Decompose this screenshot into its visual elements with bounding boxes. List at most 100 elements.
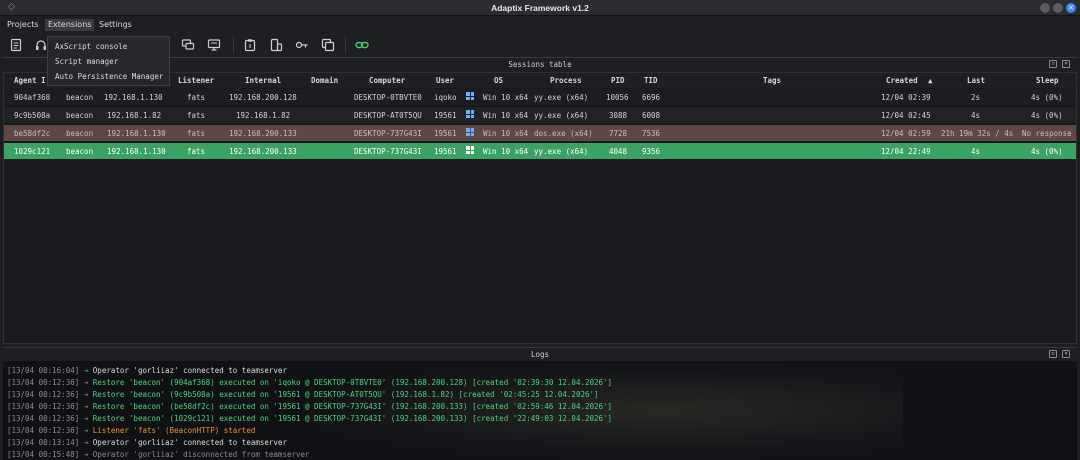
table-row[interactable]: 9c9b508a beacon 192.168.1.82 fats 192.16… (4, 107, 1076, 123)
copy-button[interactable] (319, 36, 337, 54)
col-created[interactable]: Created (886, 76, 918, 85)
log-line: [13/04 00:12:36] → Restore 'beacon' (be5… (7, 402, 613, 411)
cell-os: Win 10 x64 (483, 147, 529, 156)
log-line: [13/04 00:12:36] → Restore 'beacon' (102… (7, 414, 613, 423)
col-tags[interactable]: Tags (763, 76, 781, 85)
cell-process: yy.exe (x64) (534, 147, 589, 156)
cell-external: 192.168.1.130 (107, 147, 166, 156)
col-sleep[interactable]: Sleep (1036, 76, 1059, 85)
title-bar: ◇ Adaptix Framework v1.2 × (0, 0, 1080, 16)
cell-computer: DESKTOP-737G43I (354, 129, 422, 138)
close-button[interactable]: × (1066, 3, 1076, 13)
maximize-button[interactable] (1053, 3, 1063, 13)
cell-os: Win 10 x64 (483, 111, 529, 120)
key-button[interactable] (293, 36, 311, 54)
cell-pid: 10056 (606, 93, 629, 102)
col-internal[interactable]: Internal (245, 76, 281, 85)
col-user[interactable]: User (436, 76, 454, 85)
menu-item-script-manager[interactable]: Script manager (48, 54, 169, 69)
clipboard-button[interactable] (241, 36, 259, 54)
menu-item-axscript-console[interactable]: AxScript console (48, 39, 169, 54)
cell-external: 192.168.1.82 (107, 111, 162, 120)
cell-type: beacon (66, 111, 94, 120)
cell-computer: DESKTOP-0TBVTE0 (354, 93, 422, 102)
cell-listener: fats (187, 93, 206, 102)
cell-agent-id: 904af368 (14, 93, 51, 102)
cell-listener: fats (187, 111, 206, 120)
monitor-button[interactable] (205, 36, 223, 54)
cell-tid: 6008 (642, 111, 661, 120)
cell-created: 12/04 02:39 (881, 93, 931, 102)
cell-os: Win 10 x64 (483, 129, 529, 138)
key-icon (295, 41, 308, 49)
cell-pid: 4048 (609, 147, 628, 156)
log-line: [13/04 00:16:04] → Operator 'gorliiaz' c… (7, 366, 287, 375)
cell-type: beacon (66, 93, 94, 102)
windows-icon (466, 110, 474, 118)
device-icon (270, 38, 283, 52)
col-last[interactable]: Last (967, 76, 985, 85)
float-icon[interactable]: ▫ (1049, 350, 1057, 358)
cell-process: dos.exe (x64) (534, 129, 593, 138)
toolbar-separator (345, 37, 346, 53)
cell-internal: 192.168.200.133 (229, 147, 297, 156)
table-row[interactable]: 904af368 beacon 192.168.1.130 fats 192.1… (4, 89, 1076, 105)
table-row-selected[interactable]: 1029c121 beacon 192.168.1.130 fats 192.1… (4, 143, 1076, 159)
cell-created: 12/04 02:45 (881, 111, 931, 120)
cell-listener: fats (187, 129, 206, 138)
cell-type: beacon (66, 147, 94, 156)
cell-user: 19561 (434, 129, 457, 138)
cell-listener: fats (187, 147, 206, 156)
cell-internal: 192.168.200.133 (229, 129, 297, 138)
menu-projects[interactable]: Projects (4, 19, 42, 31)
menu-item-auto-persistence-manager[interactable]: Auto Persistence Manager (48, 69, 169, 84)
device-button[interactable] (267, 36, 285, 54)
logs-title: Logs (530, 350, 550, 359)
chat-button[interactable] (179, 36, 197, 54)
cell-os: Win 10 x64 (483, 93, 529, 102)
sessions-table: Agent I Listener Internal Domain Compute… (3, 72, 1077, 344)
close-panel-icon[interactable]: × (1062, 350, 1070, 358)
toolbar-separator (233, 37, 234, 53)
close-panel-icon[interactable]: × (1062, 60, 1070, 68)
cell-tid: 7536 (642, 129, 661, 138)
cell-pid: 7728 (609, 129, 628, 138)
col-process[interactable]: Process (550, 76, 582, 85)
col-listener[interactable]: Listener (178, 76, 214, 85)
col-domain[interactable]: Domain (311, 76, 338, 85)
document-button[interactable] (7, 36, 25, 54)
log-line: [13/04 00:12:36] → Restore 'beacon' (9c9… (7, 390, 599, 399)
log-line: [13/04 00:15:48] → Operator 'gorliiaz' d… (7, 450, 310, 459)
cell-created: 12/04 22:49 (881, 147, 931, 156)
cell-tid: 6696 (642, 93, 661, 102)
cell-sleep: No response (1022, 129, 1072, 138)
logs-console[interactable]: [13/04 00:16:04] → Operator 'gorliiaz' c… (3, 361, 1077, 460)
close-icon: × (1067, 3, 1075, 12)
cell-agent-id: 1029c121 (14, 147, 51, 156)
log-line: [13/04 00:12:36] → Restore 'beacon' (904… (7, 378, 613, 387)
cell-last: 4s (971, 111, 981, 120)
cell-user: 19561 (434, 147, 457, 156)
cell-last: 21h 19m 32s / 4s (941, 129, 1014, 138)
cell-sleep: 4s (0%) (1031, 93, 1063, 102)
menu-extensions[interactable]: Extensions (45, 19, 95, 31)
col-os[interactable]: OS (494, 76, 503, 85)
menu-settings[interactable]: Settings (96, 19, 135, 31)
cell-user: 19561 (434, 111, 457, 120)
col-computer[interactable]: Computer (369, 76, 405, 85)
col-agent-id[interactable]: Agent I (14, 76, 46, 85)
float-icon[interactable]: ▫ (1049, 60, 1057, 68)
sort-ascending-icon: ▲ (928, 76, 933, 85)
copy-icon (321, 38, 335, 52)
col-pid[interactable]: PID (611, 76, 625, 85)
col-tid[interactable]: TID (644, 76, 658, 85)
table-row[interactable]: be58df2c beacon 192.168.1.130 fats 192.1… (4, 125, 1076, 141)
link-button[interactable] (353, 36, 371, 54)
cell-sleep: 4s (0%) (1031, 111, 1063, 120)
log-line: [13/04 00:12:36] → Listener 'fats' (Beac… (7, 426, 256, 435)
cell-external: 192.168.1.130 (107, 129, 166, 138)
minimize-button[interactable] (1040, 3, 1050, 13)
cell-created: 12/04 02:59 (881, 129, 931, 138)
cell-sleep: 4s (0%) (1031, 147, 1063, 156)
monitor-icon (207, 39, 221, 51)
